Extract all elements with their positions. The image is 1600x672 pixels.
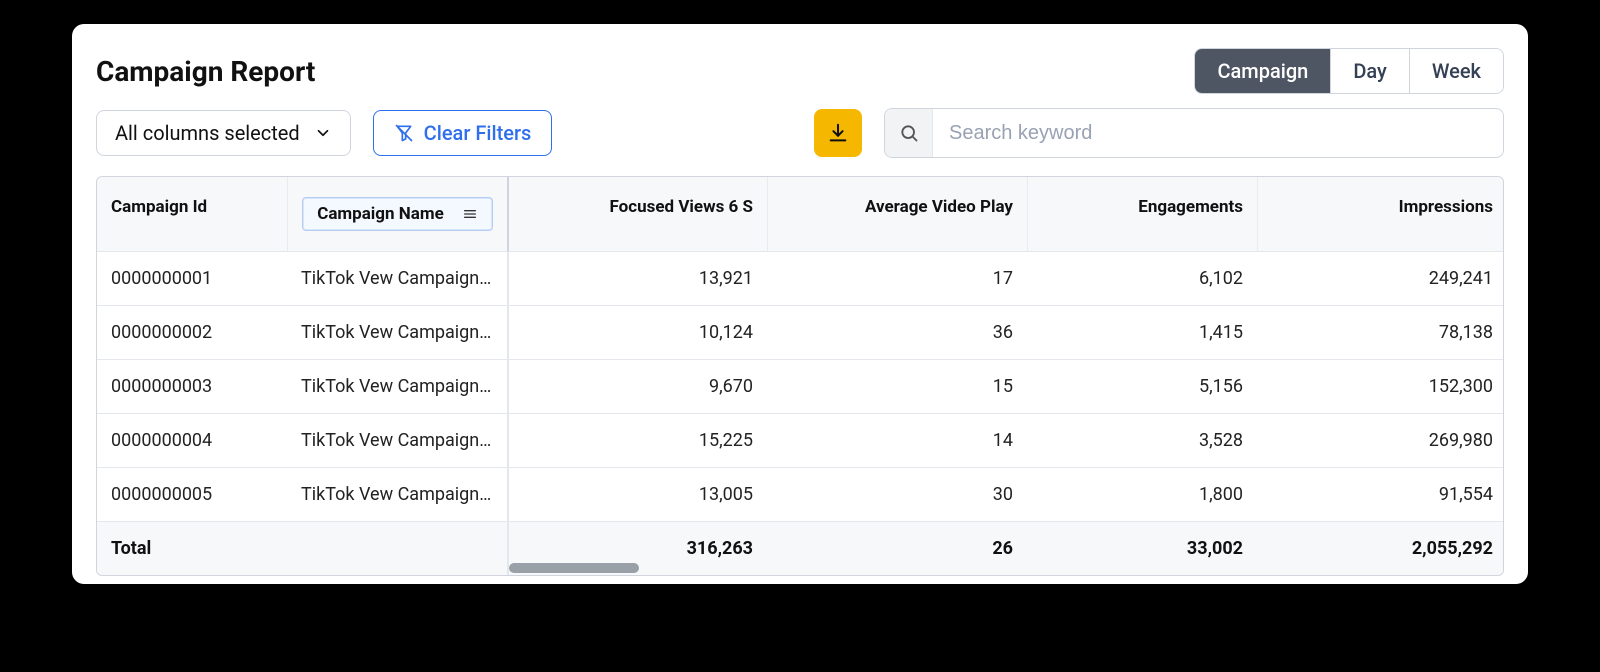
cell-id: 0000000003	[97, 360, 287, 414]
total-focused: 316,263	[507, 522, 767, 575]
col-header-id[interactable]: Campaign Id	[97, 177, 287, 252]
cell-id: 0000000002	[97, 306, 287, 360]
cell-focused: 13,921	[507, 252, 767, 306]
chevron-down-icon	[314, 124, 332, 142]
cell-engagements: 1,415	[1027, 306, 1257, 360]
horizontal-scrollbar-thumb[interactable]	[509, 563, 639, 573]
clear-filters-button[interactable]: Clear Filters	[373, 110, 553, 156]
cell-impressions: 249,241	[1257, 252, 1504, 306]
cell-avgplay: 30	[767, 468, 1027, 522]
cell-focused: 15,225	[507, 414, 767, 468]
page-title: Campaign Report	[96, 55, 315, 88]
segment-campaign[interactable]: Campaign	[1195, 49, 1330, 93]
search-field	[884, 108, 1504, 158]
cell-engagements: 3,528	[1027, 414, 1257, 468]
cell-id: 0000000001	[97, 252, 287, 306]
cell-focused: 9,670	[507, 360, 767, 414]
col-header-avgplay[interactable]: Average Video Play	[767, 177, 1027, 252]
col-header-name[interactable]: Campaign Name	[287, 177, 507, 252]
total-avgplay: 26	[767, 522, 1027, 575]
col-header-name-label: Campaign Name	[317, 204, 444, 224]
search-input[interactable]	[933, 112, 1503, 155]
total-impressions: 2,055,292	[1257, 522, 1504, 575]
cell-avgplay: 17	[767, 252, 1027, 306]
table-grid: Campaign Id Campaign Name Focused Views …	[97, 177, 1503, 575]
cell-name: TikTok Vew Campaign B	[287, 306, 507, 360]
report-panel: Campaign Report Campaign Day Week All co…	[72, 24, 1528, 584]
column-selector[interactable]: All columns selected	[96, 110, 351, 156]
column-menu-icon[interactable]	[462, 206, 478, 222]
cell-focused: 10,124	[507, 306, 767, 360]
download-button[interactable]	[814, 109, 862, 157]
cell-name: TikTok Vew Campaign A	[287, 252, 507, 306]
total-engagements: 33,002	[1027, 522, 1257, 575]
cell-engagements: 1,800	[1027, 468, 1257, 522]
cell-name: TikTok Vew Campaign E	[287, 468, 507, 522]
cell-id: 0000000004	[97, 414, 287, 468]
cell-name: TikTok Vew Campaign c	[287, 360, 507, 414]
cell-name: TikTok Vew Campaign D	[287, 414, 507, 468]
total-label: Total	[97, 522, 287, 575]
cell-impressions: 91,554	[1257, 468, 1504, 522]
column-selector-label: All columns selected	[115, 121, 300, 145]
download-icon	[827, 122, 849, 144]
total-empty	[287, 522, 507, 575]
report-table: Campaign Id Campaign Name Focused Views …	[96, 176, 1504, 576]
view-segment-group: Campaign Day Week	[1194, 48, 1504, 94]
cell-impressions: 152,300	[1257, 360, 1504, 414]
cell-impressions: 269,980	[1257, 414, 1504, 468]
search-icon	[899, 123, 919, 143]
segment-week[interactable]: Week	[1409, 49, 1503, 93]
col-header-impressions[interactable]: Impressions	[1257, 177, 1504, 252]
segment-day[interactable]: Day	[1330, 49, 1409, 93]
col-header-focused[interactable]: Focused Views 6 S	[507, 177, 767, 252]
cell-avgplay: 36	[767, 306, 1027, 360]
header-row: Campaign Report Campaign Day Week	[96, 48, 1504, 94]
filter-off-icon	[394, 123, 414, 143]
col-header-engagements[interactable]: Engagements	[1027, 177, 1257, 252]
cell-id: 0000000005	[97, 468, 287, 522]
search-icon-box	[885, 109, 933, 157]
cell-avgplay: 14	[767, 414, 1027, 468]
clear-filters-label: Clear Filters	[424, 121, 532, 145]
cell-engagements: 5,156	[1027, 360, 1257, 414]
cell-engagements: 6,102	[1027, 252, 1257, 306]
cell-avgplay: 15	[767, 360, 1027, 414]
cell-impressions: 78,138	[1257, 306, 1504, 360]
toolbar: All columns selected Clear Filters	[96, 108, 1504, 158]
cell-focused: 13,005	[507, 468, 767, 522]
total-focused-value: 316,263	[687, 538, 753, 559]
